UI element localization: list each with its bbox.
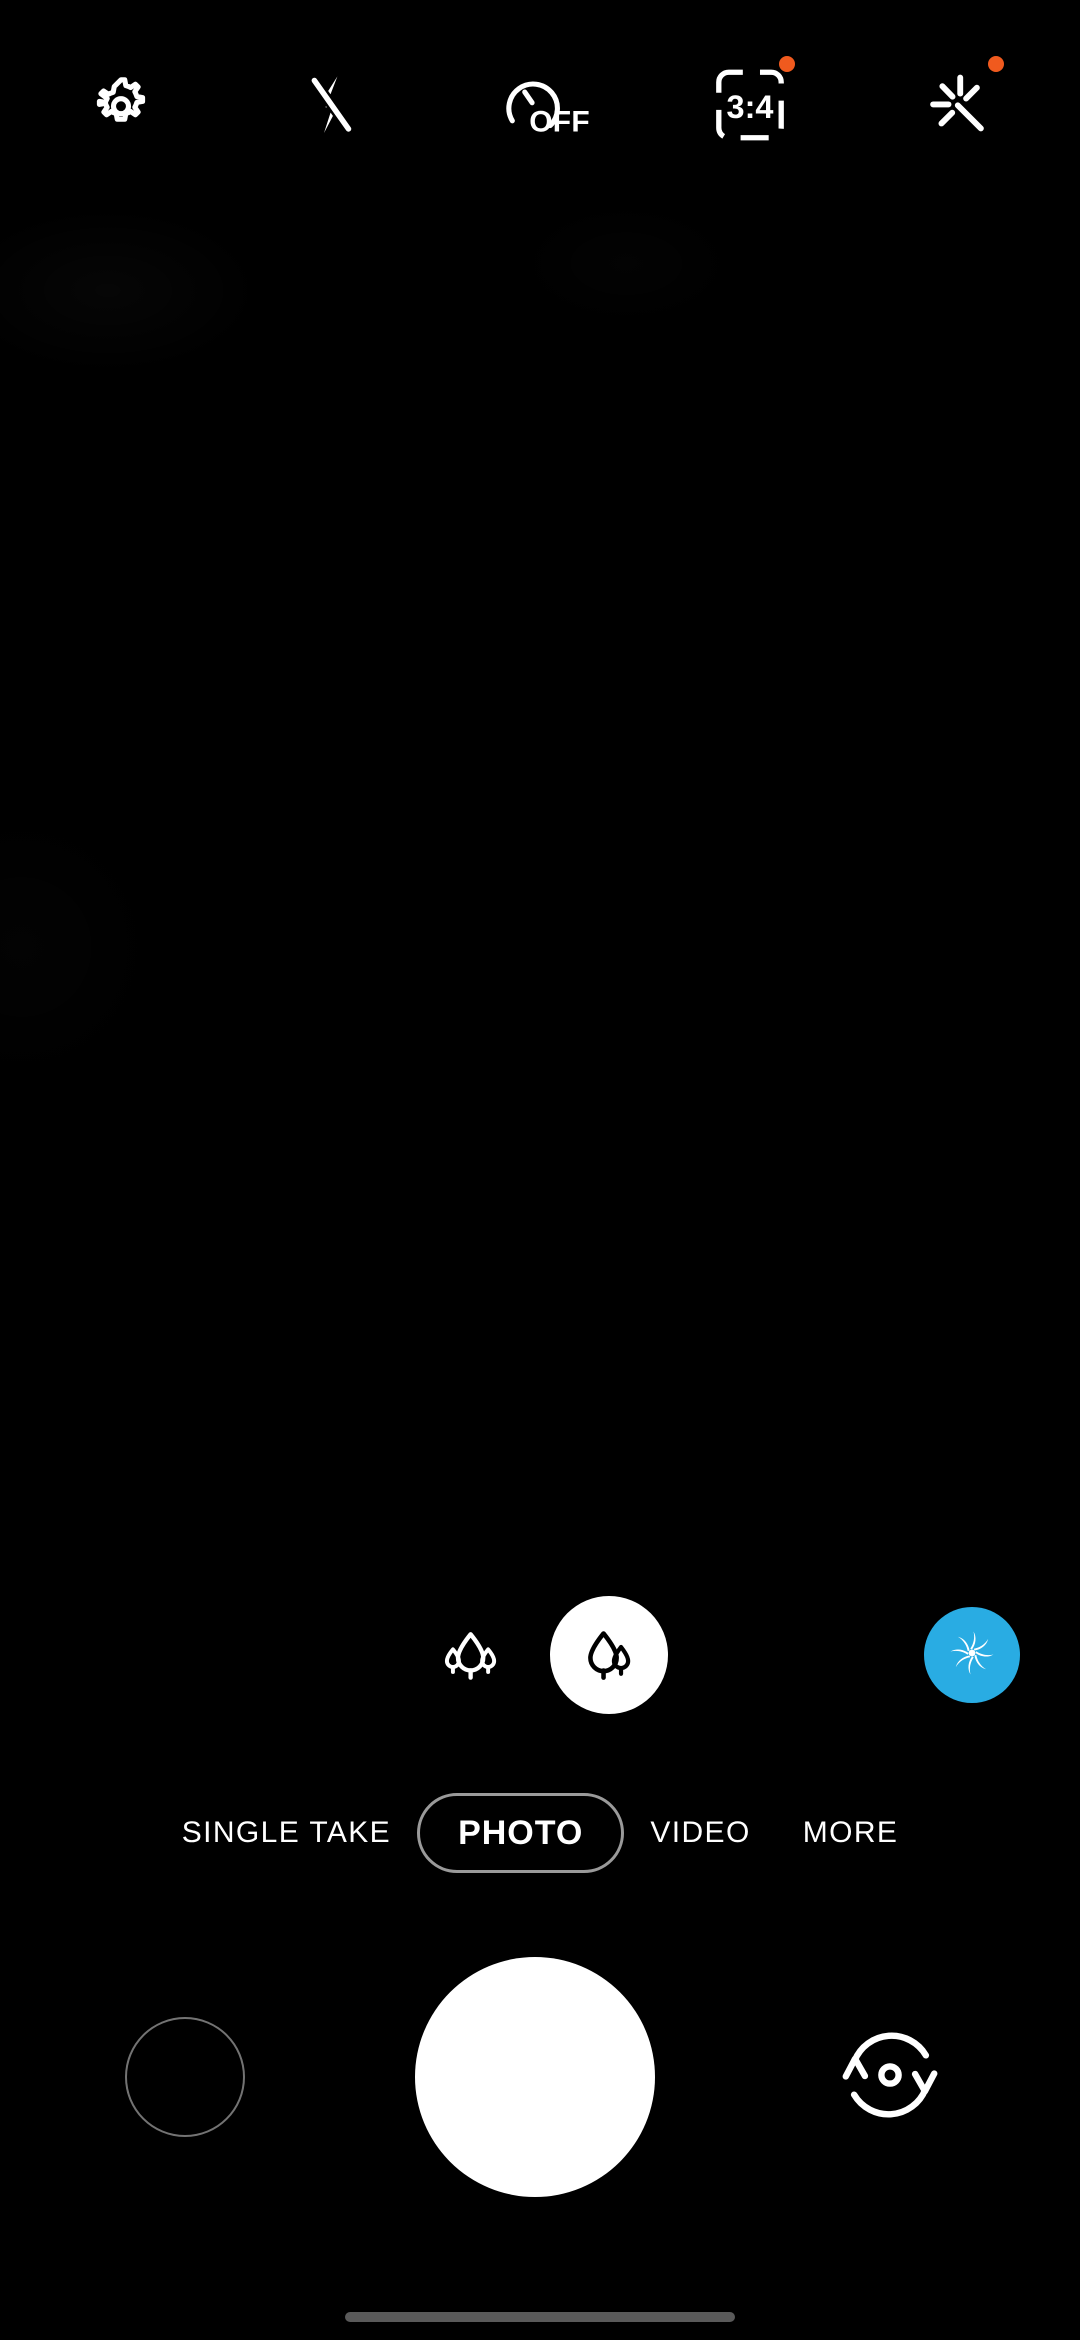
filters-badge xyxy=(988,56,1004,72)
timer-icon: OFF xyxy=(492,66,590,144)
magic-wand-icon xyxy=(922,68,996,142)
lens-selector-group xyxy=(412,1595,668,1715)
timer-button[interactable]: OFF xyxy=(481,46,599,164)
aperture-swirl-icon xyxy=(943,1624,1001,1687)
home-indicator[interactable] xyxy=(345,2312,735,2322)
aspect-ratio-button[interactable]: 3:4 xyxy=(691,46,809,164)
gallery-thumbnail-button[interactable] xyxy=(125,2017,245,2137)
mode-tabs: SINGLE TAKE PHOTO VIDEO MORE xyxy=(0,1778,1080,1888)
trees-three-icon xyxy=(439,1623,503,1687)
flip-camera-icon xyxy=(831,2016,949,2139)
lens-option-wide[interactable] xyxy=(550,1596,668,1714)
settings-button[interactable] xyxy=(62,46,180,164)
aspect-ratio-badge xyxy=(778,56,795,72)
gear-icon xyxy=(85,69,157,141)
filters-button[interactable] xyxy=(900,46,1018,164)
top-toolbar: OFF 3:4 xyxy=(0,0,1080,210)
lens-selector-row xyxy=(0,1595,1080,1715)
viewfinder-preview xyxy=(0,210,1080,1550)
flip-camera-button[interactable] xyxy=(825,2012,955,2142)
flash-off-icon xyxy=(296,70,366,140)
trees-two-icon xyxy=(578,1624,640,1686)
flash-button[interactable] xyxy=(272,46,390,164)
lens-option-ultra-wide[interactable] xyxy=(412,1596,530,1714)
tab-video[interactable]: VIDEO xyxy=(624,1793,776,1873)
bokeh-effect-button[interactable] xyxy=(924,1607,1020,1703)
shutter-controls xyxy=(0,1952,1080,2202)
tab-single-take[interactable]: SINGLE TAKE xyxy=(156,1793,417,1873)
aspect-ratio-icon: 3:4 xyxy=(715,66,785,144)
tab-photo[interactable]: PHOTO xyxy=(417,1793,625,1873)
camera-viewfinder[interactable] xyxy=(0,210,1080,1550)
camera-app: OFF 3:4 SINGLE TAKE PHOTO VIDEO MORE xyxy=(0,0,1080,2340)
tab-more[interactable]: MORE xyxy=(777,1793,925,1873)
svg-text:OFF: OFF xyxy=(529,106,590,139)
svg-text:3:4: 3:4 xyxy=(726,89,773,125)
shutter-button[interactable] xyxy=(415,1957,655,2197)
